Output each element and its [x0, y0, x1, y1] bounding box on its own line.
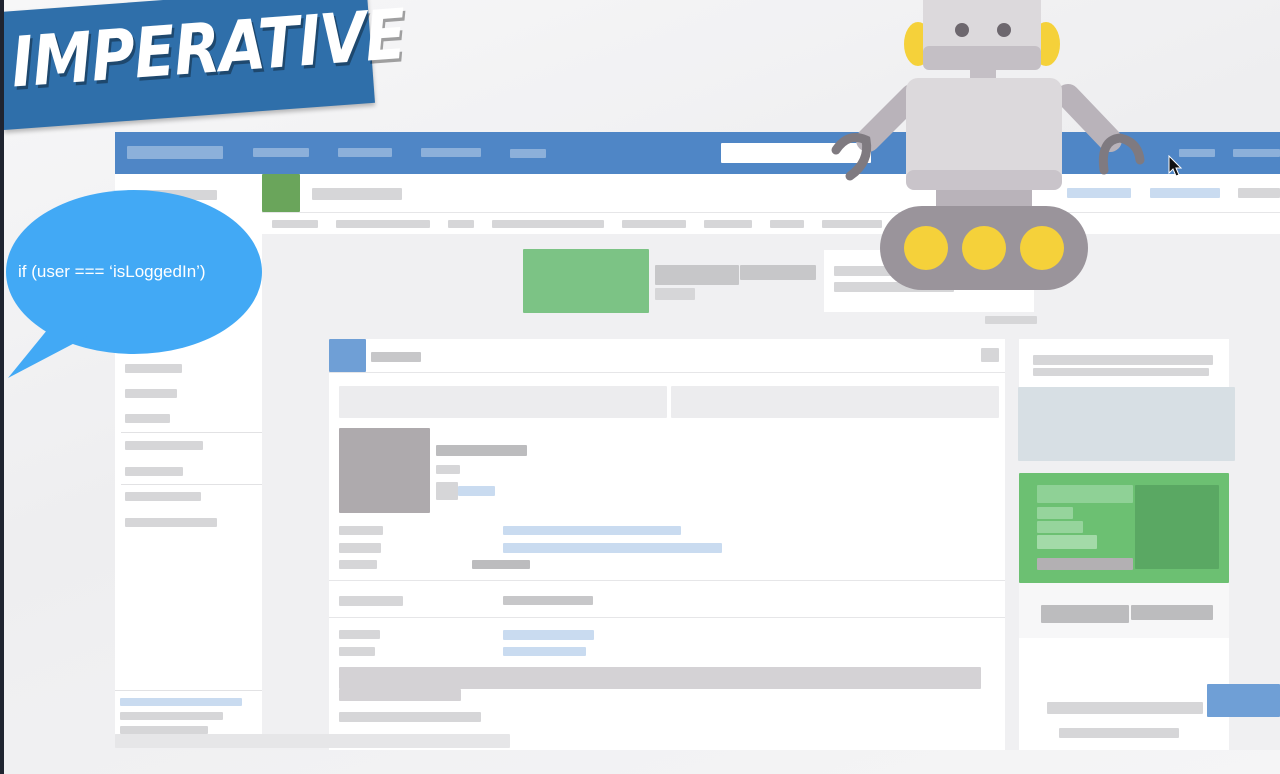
mock-sidebar-item [125, 389, 177, 398]
mock-sidebar-item [125, 441, 203, 450]
mock-profile-name [740, 265, 816, 280]
mock-user-link [458, 486, 495, 496]
mock-sidebar-link [120, 698, 242, 706]
robot-right-claw [1098, 133, 1145, 175]
mock-tab [336, 220, 430, 228]
robot-right-arm [1056, 84, 1122, 152]
mock-text-block [339, 689, 461, 701]
mock-text-block [339, 667, 981, 689]
mock-ad-line [1037, 507, 1073, 519]
mock-ad-line [1037, 521, 1083, 533]
mock-card-line [1041, 605, 1129, 623]
mock-right-banner [1018, 387, 1235, 461]
mock-divider [329, 372, 1005, 373]
mock-caption [985, 316, 1037, 324]
mock-card-line [1059, 728, 1179, 738]
mock-user-detail [436, 482, 458, 500]
mock-ad-block [1019, 473, 1229, 583]
mock-input [671, 386, 999, 418]
mock-user-detail [436, 465, 460, 474]
robot-illustration [831, 0, 1145, 290]
mock-ad-line [1037, 535, 1097, 549]
mock-nav-link [338, 148, 392, 157]
mock-field-label [339, 560, 377, 569]
mock-field-label [339, 543, 381, 553]
mock-tab [272, 220, 318, 228]
mock-right-card [1019, 583, 1229, 638]
robot-wheel [904, 226, 948, 270]
mock-sidebar-item [125, 518, 217, 527]
mock-footer [115, 734, 510, 748]
mock-ad-line [1037, 485, 1133, 503]
mock-divider [329, 580, 1005, 581]
robot-right-eye [997, 23, 1011, 37]
robot-wheel [1020, 226, 1064, 270]
mock-ad-image [1135, 485, 1219, 569]
mock-field-label [339, 630, 380, 639]
robot-left-eye [955, 23, 969, 37]
mock-sidebar-item [120, 726, 208, 734]
mock-tab [492, 220, 604, 228]
mock-nav-link [421, 148, 481, 157]
cursor-icon [1168, 155, 1183, 177]
mock-field-label [339, 596, 403, 606]
mock-tab [622, 220, 686, 228]
mock-card-line [1047, 702, 1203, 714]
mock-divider [121, 432, 262, 433]
speech-bubble [6, 190, 262, 378]
mock-tooltip [472, 560, 530, 569]
frame-edge [0, 0, 4, 774]
mock-card-line [1033, 368, 1209, 376]
robot-left-claw [831, 133, 872, 181]
mock-main-card [329, 339, 1005, 750]
mock-field-label [339, 647, 375, 656]
mock-sidebar-item [125, 467, 183, 476]
mock-divider [115, 690, 262, 691]
mock-card-line [1131, 605, 1213, 620]
mock-field-label [339, 526, 383, 535]
speech-bubble-text: if (user === ‘isLoggedIn’) [18, 262, 206, 281]
mock-ad-caption [1037, 558, 1133, 570]
mock-header-action [1150, 188, 1220, 198]
mock-tab [770, 220, 804, 228]
mock-tab [704, 220, 752, 228]
mock-profile-image [523, 249, 649, 313]
mock-text-line [339, 712, 481, 722]
robot-left-arm [856, 84, 924, 152]
mock-profile-detail [655, 288, 695, 300]
mock-logo [127, 146, 223, 159]
mock-profile-name [655, 265, 739, 285]
mock-chat-tab [1207, 684, 1280, 717]
mock-field-value [503, 526, 681, 535]
mock-card-line [1033, 355, 1213, 365]
mock-right-card [1019, 638, 1229, 750]
mock-nav-link [510, 149, 546, 158]
mock-sidebar-item [120, 712, 223, 720]
mock-field-value [503, 543, 722, 553]
mock-divider [329, 617, 1005, 618]
mock-card-icon [329, 339, 366, 372]
mock-avatar [339, 428, 430, 513]
mock-nav-link [253, 148, 309, 157]
mock-user-name [436, 445, 527, 456]
mock-right-card [1019, 339, 1229, 387]
mock-card-close [981, 348, 999, 362]
mock-field-value [503, 630, 594, 640]
mock-field-value [503, 596, 593, 605]
slide-background: IMPERATIVE if (user === ‘isLoggedIn’) [0, 0, 1280, 774]
robot-wheel [962, 226, 1006, 270]
mock-sidebar-item [125, 492, 201, 501]
mock-nav-link [1233, 149, 1280, 157]
mock-divider [121, 484, 262, 485]
mock-sidebar-item [125, 414, 170, 423]
mock-header-title [312, 188, 402, 200]
mock-card-title [371, 352, 421, 362]
mock-tab [448, 220, 474, 228]
mock-field-value [503, 647, 586, 656]
mock-nav-link [1179, 149, 1215, 157]
mock-input [339, 386, 667, 418]
mock-header-action [1238, 188, 1280, 198]
